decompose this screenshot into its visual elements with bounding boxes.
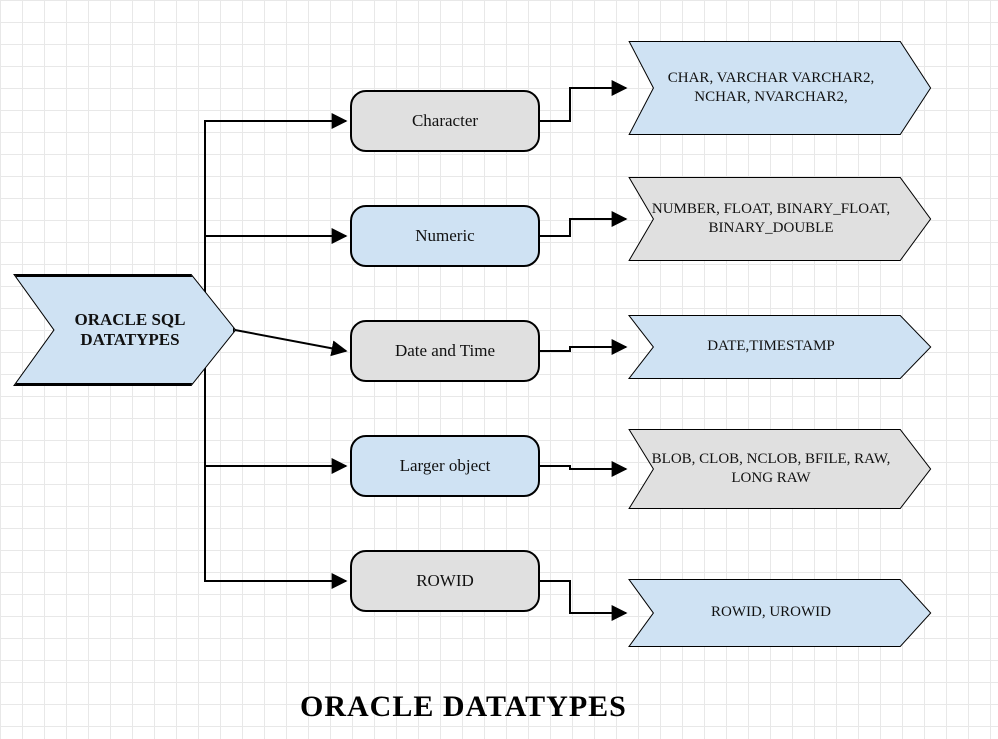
root-node: ORACLE SQL DATATYPES <box>15 275 235 385</box>
detail-text: NUMBER, FLOAT, BINARY_FLOAT, BINARY_DOUB… <box>644 200 898 239</box>
diagram-stage: ORACLE SQL DATATYPES Character CHAR, VARC… <box>0 0 998 739</box>
category-label: Numeric <box>415 226 474 246</box>
root-label: ORACLE SQL DATATYPES <box>43 310 217 350</box>
category-label: Character <box>412 111 478 131</box>
detail-character: CHAR, VARCHAR VARCHAR2, NCHAR, NVARCHAR2… <box>630 42 930 134</box>
detail-text: ROWID, UROWID <box>711 603 831 623</box>
detail-lob: BLOB, CLOB, NCLOB, BFILE, RAW, LONG RAW <box>630 430 930 508</box>
detail-datetime: DATE,TIMESTAMP <box>630 316 930 378</box>
category-numeric: Numeric <box>350 205 540 267</box>
category-label: Date and Time <box>395 341 495 361</box>
diagram-title: ORACLE DATATYPES <box>300 690 627 724</box>
category-lob: Larger object <box>350 435 540 497</box>
category-label: ROWID <box>416 571 474 591</box>
detail-text: DATE,TIMESTAMP <box>707 337 835 357</box>
category-datetime: Date and Time <box>350 320 540 382</box>
detail-text: BLOB, CLOB, NCLOB, BFILE, RAW, LONG RAW <box>644 450 898 489</box>
detail-rowid: ROWID, UROWID <box>630 580 930 646</box>
category-label: Larger object <box>400 456 491 476</box>
category-rowid: ROWID <box>350 550 540 612</box>
detail-numeric: NUMBER, FLOAT, BINARY_FLOAT, BINARY_DOUB… <box>630 178 930 260</box>
category-character: Character <box>350 90 540 152</box>
detail-text: CHAR, VARCHAR VARCHAR2, NCHAR, NVARCHAR2… <box>644 69 898 108</box>
